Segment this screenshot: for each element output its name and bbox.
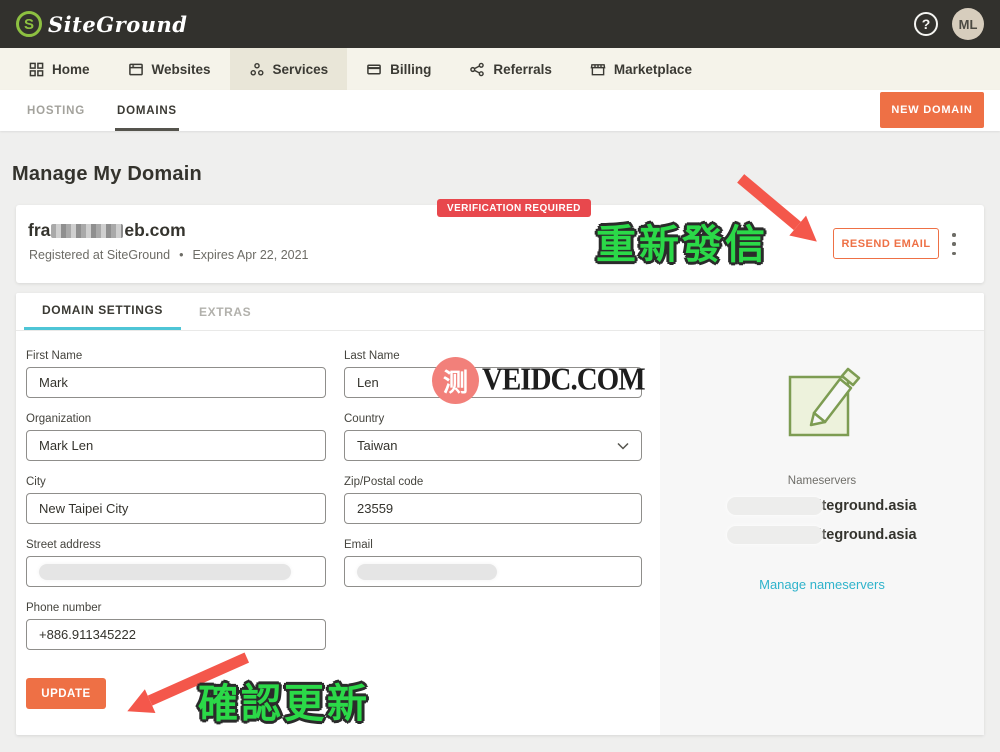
services-icon [249,62,265,77]
city-input[interactable] [26,493,326,524]
nameserver-value: iteground.asia [817,527,917,543]
first-name-label: First Name [26,350,83,362]
expires-date: Expires Apr 22, 2021 [192,248,309,262]
meta-separator: • [179,248,184,262]
nav-label: Services [272,61,329,77]
nav-item-billing[interactable]: Billing [347,48,450,90]
nav-item-home[interactable]: Home [10,48,109,90]
page: S SiteGround ? ML Home Websites Services [0,0,1000,752]
phone-label: Phone number [26,602,102,614]
watermark: 测 VEIDC.COM [432,357,646,404]
domain-name-prefix: fra [28,220,51,240]
field-city: City [26,476,326,524]
redacted-ns-prefix [727,497,824,515]
nav-item-marketplace[interactable]: Marketplace [571,48,711,90]
phone-input[interactable] [26,619,326,650]
field-country: Country Taiwan [344,413,642,461]
first-name-input[interactable] [26,367,326,398]
country-select[interactable]: Taiwan [344,430,642,461]
domain-name: fra eb.com [28,220,186,241]
nameserver-value: iteground.asia [817,498,917,514]
watermark-text: VEIDC.COM [482,362,646,398]
registered-at: Registered at SiteGround [29,248,171,262]
field-phone: Phone number [26,602,326,650]
siteground-logo-icon: S [16,11,42,37]
siteground-logo[interactable]: S SiteGround [16,11,187,37]
domain-name-suffix: eb.com [124,220,186,240]
credit-card-icon [366,62,382,77]
redacted-ns-prefix [727,526,824,544]
nav-label: Websites [151,61,211,77]
manage-nameservers-link[interactable]: Manage nameservers [759,577,885,592]
siteground-logo-text: SiteGround [48,11,188,37]
nav-label: Referrals [493,61,552,77]
nameservers-label: Nameservers [787,475,857,487]
verification-badge: VERIFICATION REQUIRED [437,199,591,217]
new-domain-button[interactable]: NEW DOMAIN [880,92,984,128]
domain-meta: Registered at SiteGround • Expires Apr 2… [29,248,309,262]
chevron-down-icon [617,442,629,450]
nameserver-row: iteground.asia [727,525,917,545]
domain-card: VERIFICATION REQUIRED fra eb.com Register… [16,199,984,283]
redacted-value [39,563,291,580]
top-header: S SiteGround ? ML [0,0,1000,48]
organization-label: Organization [26,413,92,425]
tab-hosting[interactable]: HOSTING [25,90,87,131]
nav-item-websites[interactable]: Websites [109,48,230,90]
email-label: Email [344,539,373,551]
zip-input[interactable] [344,493,642,524]
organization-input[interactable] [26,430,326,461]
field-email: Email [344,539,642,587]
field-street-address: Street address [26,539,326,587]
street-address-label: Street address [26,539,101,551]
section-tab-bar: HOSTING DOMAINS NEW DOMAIN [0,90,1000,131]
annotation-update: 確認更新 [198,682,370,726]
tab-domains[interactable]: DOMAINS [115,90,179,131]
nav-label: Marketplace [613,61,692,77]
field-organization: Organization [26,413,326,461]
main-nav: Home Websites Services Billing Referrals [0,48,1000,90]
country-value: Taiwan [357,438,398,453]
nameservers-sidebar: Nameservers iteground.asia iteground.asi… [660,331,984,735]
avatar[interactable]: ML [952,8,984,40]
nav-item-referrals[interactable]: Referrals [450,48,571,90]
note-pencil-icon [788,367,861,437]
storefront-icon [590,62,606,77]
resend-email-button[interactable]: RESEND EMAIL [833,228,939,259]
browser-icon [128,62,144,77]
zip-label: Zip/Postal code [344,476,424,488]
help-icon[interactable]: ? [914,12,938,36]
country-label: Country [344,413,385,425]
email-input[interactable] [344,556,642,587]
page-title: Manage My Domain [12,163,202,185]
annotation-resend: 重新發信 [596,223,768,267]
field-first-name: First Name [26,350,326,398]
share-icon [469,62,485,77]
tab-extras[interactable]: EXTRAS [181,293,269,330]
domain-name-redacted [51,223,124,238]
redacted-value [357,563,497,580]
nameserver-row: iteground.asia [727,496,917,516]
nav-item-services[interactable]: Services [229,48,348,90]
field-zip: Zip/Postal code [344,476,642,524]
home-grid-icon [29,62,44,77]
nav-label: Home [52,61,90,77]
kebab-menu-icon[interactable] [948,233,960,255]
panel-tab-bar: DOMAIN SETTINGS EXTRAS [16,293,984,331]
street-address-input[interactable] [26,556,326,587]
city-label: City [26,476,46,488]
update-button[interactable]: UPDATE [26,678,106,709]
tab-domain-settings[interactable]: DOMAIN SETTINGS [24,293,182,330]
watermark-seal-icon: 测 [432,357,479,404]
nav-label: Billing [390,61,432,77]
